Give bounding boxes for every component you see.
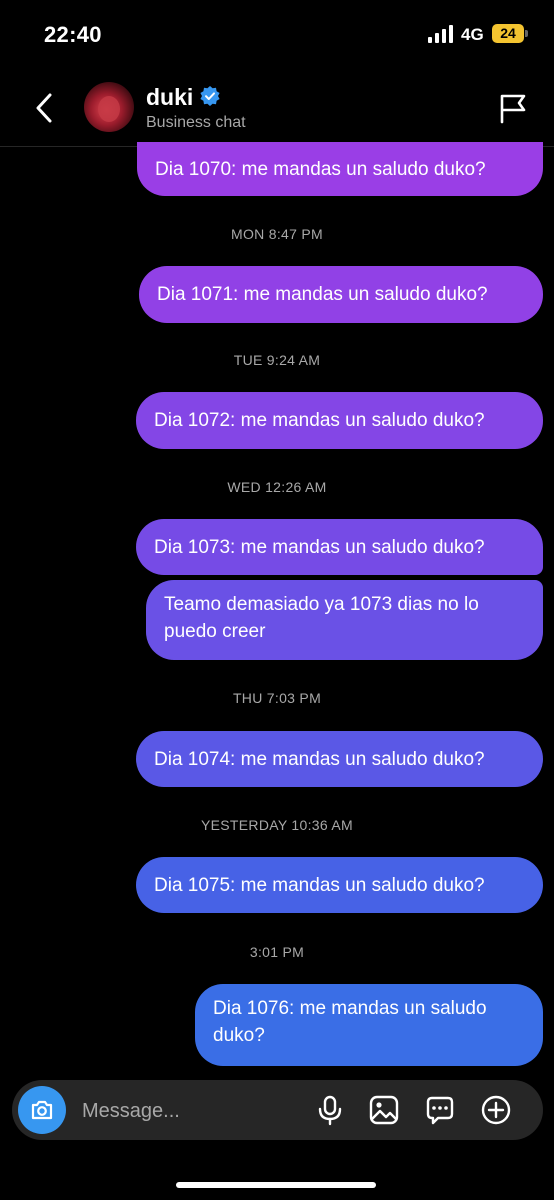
camera-button[interactable] [18, 1086, 66, 1134]
message-bubble[interactable]: Dia 1075: me mandas un saludo duko? [136, 857, 543, 913]
message-bubble[interactable]: Dia 1070: me mandas un saludo duko? [137, 142, 543, 196]
flag-icon[interactable] [498, 92, 528, 124]
message-bubble[interactable]: Dia 1071: me mandas un saludo duko? [139, 266, 543, 323]
message-composer [12, 1080, 543, 1142]
network-type: 4G [461, 25, 484, 44]
verified-badge-icon [200, 86, 220, 106]
chat-header: duki Business chat [0, 70, 554, 147]
camera-icon [31, 1100, 53, 1120]
gallery-icon[interactable] [368, 1094, 400, 1126]
message-bubble[interactable]: Dia 1072: me mandas un saludo duko? [136, 392, 543, 449]
back-arrow-icon[interactable] [30, 90, 60, 126]
timestamp: TUE 9:24 AM [233, 352, 321, 368]
message-bubble[interactable]: Dia 1076: me mandas un saludo duko? [195, 984, 543, 1066]
message-bubble[interactable]: Dia 1073: me mandas un saludo duko? [136, 519, 543, 575]
status-time: 22:40 [44, 22, 102, 47]
add-icon[interactable] [480, 1094, 512, 1126]
message-input[interactable] [80, 1080, 304, 1142]
contact-subtitle: Business chat [146, 114, 246, 131]
battery-cap [525, 30, 528, 37]
timestamp: MON 8:47 PM [231, 226, 323, 242]
timestamp: WED 12:26 AM [227, 479, 327, 495]
signal-icon [428, 25, 453, 43]
avatar[interactable] [84, 82, 134, 132]
contact-name[interactable]: duki [146, 84, 193, 111]
timestamp: THU 7:03 PM [232, 690, 322, 706]
status-bar: 22:40 4G 24 [0, 0, 554, 70]
timestamp: YESTERDAY 10:36 AM [201, 817, 353, 833]
timestamp: 3:01 PM [249, 944, 305, 960]
sticker-icon[interactable] [424, 1094, 456, 1126]
message-bubble[interactable]: Dia 1074: me mandas un saludo duko? [136, 731, 543, 787]
home-indicator[interactable] [176, 1182, 376, 1188]
battery-icon: 24 [492, 24, 524, 43]
message-bubble[interactable]: Teamo demasiado ya 1073 dias no lo puedo… [146, 580, 543, 660]
microphone-icon[interactable] [314, 1094, 346, 1126]
